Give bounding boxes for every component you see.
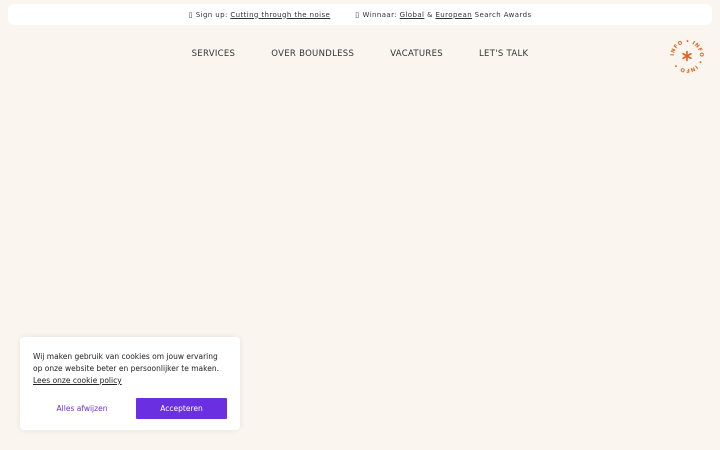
nav-item-vacatures[interactable]: VACATURES	[390, 49, 443, 59]
signup-link[interactable]: Cutting through the noise	[230, 11, 330, 19]
accept-button[interactable]: Accepteren	[136, 398, 227, 419]
reject-all-button[interactable]: Alles afwijzen	[33, 398, 131, 419]
info-badge[interactable]: INFO • INFO • INFO •	[669, 38, 705, 74]
announcement-bar: ▯ Sign up: Cutting through the noise ▯ W…	[8, 4, 712, 25]
cookie-banner: Wij maken gebruik van cookies om jouw er…	[20, 337, 240, 430]
nav-item-lets-talk[interactable]: LET'S TALK	[479, 49, 528, 59]
awards-link-global[interactable]: Global	[400, 11, 425, 19]
awards-announcement: ▯ Winnaar: Global & European Search Awar…	[355, 11, 531, 19]
nav-item-over-boundless[interactable]: OVER BOUNDLESS	[271, 49, 354, 59]
awards-link-european[interactable]: European	[435, 11, 472, 19]
awards-prefix: Winnaar:	[362, 10, 400, 19]
asterisk-icon	[682, 50, 692, 62]
newsletter-icon: ▯	[188, 10, 193, 19]
cookie-message: Wij maken gebruik van cookies om jouw er…	[33, 351, 227, 387]
main-navigation: SERVICES OVER BOUNDLESS VACATURES LET'S …	[0, 46, 720, 62]
award-icon: ▯	[355, 10, 360, 19]
signup-prefix: Sign up:	[195, 10, 231, 19]
cookie-policy-link[interactable]: Lees onze cookie policy	[33, 376, 122, 385]
awards-suffix: Search Awards	[472, 10, 532, 19]
cookie-message-text: Wij maken gebruik van cookies om jouw er…	[33, 352, 219, 373]
nav-item-services[interactable]: SERVICES	[192, 49, 236, 59]
signup-announcement: ▯ Sign up: Cutting through the noise	[189, 11, 331, 19]
cookie-actions: Alles afwijzen Accepteren	[33, 398, 227, 419]
awards-ampersand: &	[424, 10, 436, 19]
info-badge-graphic: INFO • INFO • INFO •	[670, 39, 704, 73]
